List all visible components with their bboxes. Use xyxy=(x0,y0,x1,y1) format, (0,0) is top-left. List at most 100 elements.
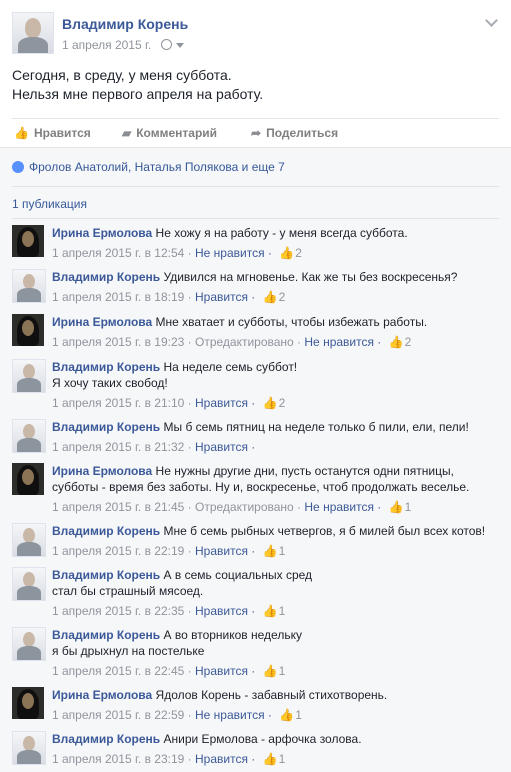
commenter-name[interactable]: Владимир Корень xyxy=(52,732,160,746)
commenter-avatar[interactable] xyxy=(12,627,46,661)
commenter-name[interactable]: Ирина Ермолова xyxy=(52,226,152,240)
comment-date[interactable]: 1 апреля 2015 г. в 23:19 · xyxy=(52,752,195,766)
comment-date[interactable]: 1 апреля 2015 г. в 21:45 · xyxy=(52,500,195,514)
comment-like-count: 2 xyxy=(404,335,412,349)
share-button[interactable]: ➦ Поделиться xyxy=(251,126,338,140)
comment-like-button[interactable]: Нравится · xyxy=(195,396,259,410)
comment-text: А во вторников недельку xyxy=(163,628,302,642)
commenter-name[interactable]: Ирина Ермолова xyxy=(52,688,152,702)
commenter-avatar[interactable] xyxy=(12,314,44,346)
comment-date[interactable]: 1 апреля 2015 г. в 21:32 · xyxy=(52,440,195,454)
likes-summary[interactable]: Фролов Анатолий, Наталья Полякова и еще … xyxy=(12,160,285,174)
commenter-name[interactable]: Владимир Корень xyxy=(52,420,160,434)
post-date[interactable]: 1 апреля 2015 г. xyxy=(62,38,151,52)
comment-text: На неделе семь суббот! xyxy=(163,360,298,374)
commenter-avatar[interactable] xyxy=(12,419,46,453)
comment-likes[interactable]: 👍1 xyxy=(259,752,286,766)
post-text: Сегодня, в среду, у меня суббота. Нельзя… xyxy=(12,66,263,104)
commenter-avatar[interactable] xyxy=(12,567,46,601)
comment-likes[interactable]: 👍1 xyxy=(259,544,286,558)
chevron-down-icon[interactable] xyxy=(175,43,184,48)
comment-like-button[interactable]: Не нравится · xyxy=(304,335,384,349)
comment-like-button[interactable]: Нравится · xyxy=(195,604,259,618)
comment-meta: 1 апреля 2015 г. в 21:32 · Нравится · 👍 xyxy=(52,440,255,454)
comment-like-button[interactable]: Нравится · xyxy=(195,664,259,678)
comments-count[interactable]: 1 публикация xyxy=(12,197,87,211)
comment-date[interactable]: 1 апреля 2015 г. в 22:45 · xyxy=(52,664,195,678)
post-card: Владимир Корень 1 апреля 2015 г. Сегодня… xyxy=(0,0,511,772)
commenter-avatar[interactable] xyxy=(12,269,46,303)
comment-date[interactable]: 1 апреля 2015 г. в 12:54 · xyxy=(52,246,195,260)
commenter-avatar[interactable] xyxy=(12,225,44,257)
commenter-name[interactable]: Ирина Ермолова xyxy=(52,464,152,478)
commenter-avatar[interactable] xyxy=(12,687,44,719)
post-header: Владимир Корень 1 апреля 2015 г. xyxy=(12,12,499,56)
comment-likes[interactable]: 👍2 xyxy=(259,290,286,304)
comment-like-button[interactable]: Не нравится · xyxy=(304,500,384,514)
comment-like-count: 1 xyxy=(295,708,302,722)
commenter-avatar[interactable] xyxy=(12,359,46,393)
thumbs-up-icon: 👍 xyxy=(388,500,404,514)
comment-text: Не хожу я на работу - у меня всегда субб… xyxy=(155,226,408,240)
comment-text-line2: субботы - время без заботы. Ну и, воскре… xyxy=(52,480,470,494)
comment-like-button[interactable]: Нравится · xyxy=(195,544,259,558)
comment-body: Ирина Ермолова Ядолов Корень - забавный … xyxy=(52,687,499,703)
commenter-name[interactable]: Ирина Ермолова xyxy=(52,315,152,329)
comment-date[interactable]: 1 апреля 2015 г. в 22:19 · xyxy=(52,544,195,558)
commenter-avatar[interactable] xyxy=(12,731,46,765)
comment-meta: 1 апреля 2015 г. в 23:19 · Нравится · 👍1 xyxy=(52,752,285,766)
post-text-line: Нельзя мне первого апреля на работу. xyxy=(12,86,264,102)
comment-likes[interactable]: 👍2 xyxy=(275,246,302,260)
comment-like-button[interactable]: Нравится · xyxy=(195,752,259,766)
globe-icon[interactable] xyxy=(160,39,172,50)
comment-like-count: 1 xyxy=(278,544,286,558)
commenter-name[interactable]: Владимир Корень xyxy=(52,628,160,642)
comment-meta: 1 апреля 2015 г. в 22:19 · Нравится · 👍1 xyxy=(52,544,285,558)
comment-date[interactable]: 1 апреля 2015 г. в 18:19 · xyxy=(52,290,195,304)
comment-text-line2: я бы дрыхнул на постельке xyxy=(52,644,205,658)
commenter-name[interactable]: Владимир Корень xyxy=(52,360,160,374)
comment-like-button[interactable]: Не нравится · xyxy=(195,708,275,722)
post-actions: 👍 Нравится ▰ Комментарий ➦ Поделиться xyxy=(12,118,499,147)
commenter-name[interactable]: Владимир Корень xyxy=(52,568,160,582)
author-avatar[interactable] xyxy=(12,12,54,54)
comment-likes[interactable]: 👍1 xyxy=(275,708,302,722)
comment-body: Владимир Корень А в семь социальных сред… xyxy=(52,567,499,599)
commenter-avatar[interactable] xyxy=(12,523,46,557)
comment-meta: 1 апреля 2015 г. в 12:54 · Не нравится ·… xyxy=(52,246,302,260)
comment-like-button[interactable]: Нравится · xyxy=(195,440,255,454)
comment-body: Владимир Корень Мне б семь рыбных четвер… xyxy=(52,523,499,539)
post-author-name[interactable]: Владимир Корень xyxy=(62,16,188,32)
commenter-name[interactable]: Владимир Корень xyxy=(52,270,160,284)
comment-likes[interactable]: 👍2 xyxy=(259,396,286,410)
like-button[interactable]: 👍 Нравится xyxy=(14,126,91,140)
comment-date[interactable]: 1 апреля 2015 г. в 19:23 · xyxy=(52,335,195,349)
comment-likes[interactable]: 👍1 xyxy=(385,500,412,514)
share-label: Поделиться xyxy=(266,126,339,140)
comment-like-button[interactable]: Не нравится · xyxy=(195,246,275,260)
thumbs-up-icon: 👍 xyxy=(262,290,278,304)
comment-likes[interactable]: 👍1 xyxy=(259,604,286,618)
comment-likes[interactable]: 👍2 xyxy=(385,335,412,349)
comment-date[interactable]: 1 апреля 2015 г. в 22:35 · xyxy=(52,604,195,618)
thumbs-up-icon: 👍 xyxy=(279,708,295,722)
divider xyxy=(12,186,499,187)
thumbs-up-icon: 👍 xyxy=(262,752,278,766)
comment-date[interactable]: 1 апреля 2015 г. в 22:59 · xyxy=(52,708,195,722)
comment-meta: 1 апреля 2015 г. в 21:45 · Отредактирова… xyxy=(52,500,411,514)
feedback-section: Фролов Анатолий, Наталья Полякова и еще … xyxy=(0,147,511,772)
comment-text-line2: Я хочу таких свобод! xyxy=(52,376,168,390)
comment-likes[interactable]: 👍1 xyxy=(259,664,286,678)
comment-button[interactable]: ▰ Комментарий xyxy=(122,126,217,140)
divider xyxy=(12,218,499,219)
commenter-name[interactable]: Владимир Корень xyxy=(52,524,160,538)
thumbs-up-icon: 👍 xyxy=(262,396,278,410)
post-menu-icon[interactable] xyxy=(485,14,499,28)
comment-like-count: 2 xyxy=(295,246,302,260)
comment-like-count: 1 xyxy=(278,604,286,618)
comment-like-button[interactable]: Нравится · xyxy=(195,290,259,304)
comment-like-count: 1 xyxy=(278,752,286,766)
commenter-avatar[interactable] xyxy=(12,463,44,495)
comment-icon: ▰ xyxy=(122,126,132,140)
comment-date[interactable]: 1 апреля 2015 г. в 21:10 · xyxy=(52,396,195,410)
